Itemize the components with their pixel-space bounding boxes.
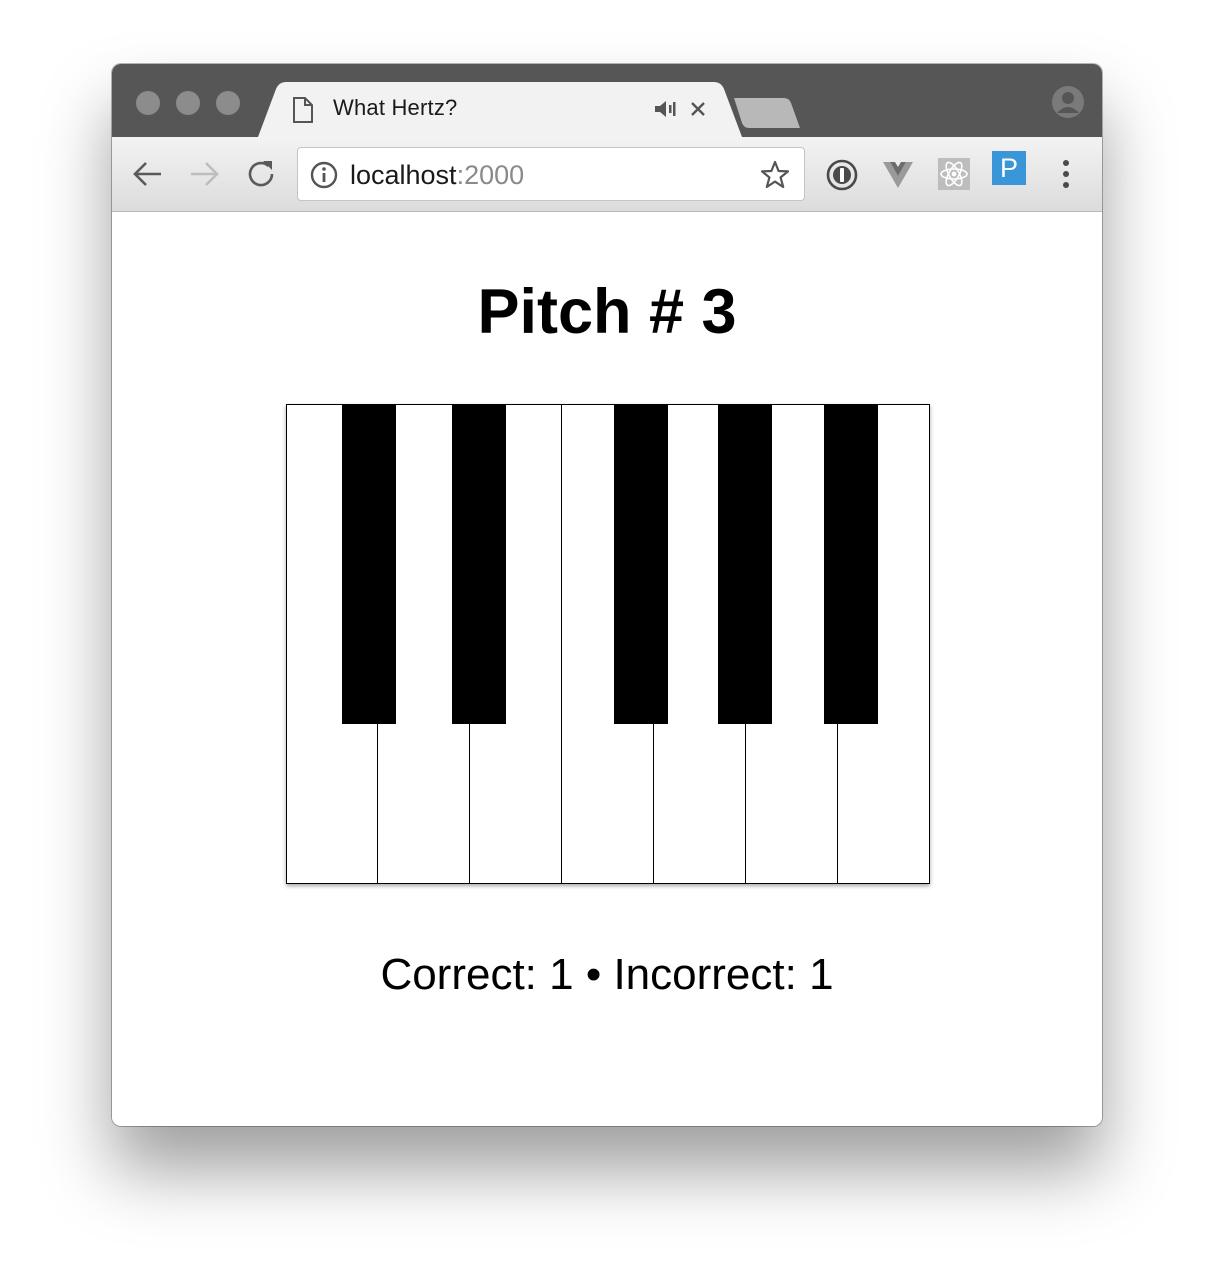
info-icon[interactable]	[310, 161, 338, 194]
back-arrow-icon[interactable]	[132, 159, 164, 194]
tab-bar: What Hertz?	[112, 64, 1102, 137]
score-text: Correct: 1 • Incorrect: 1	[380, 950, 834, 999]
tab-title: What Hertz?	[333, 95, 458, 120]
close-window-button[interactable]	[136, 91, 160, 115]
black-key-3[interactable]	[614, 404, 668, 724]
onepassword-icon[interactable]	[826, 159, 858, 196]
url-port: :2000	[456, 160, 525, 190]
menu-dots-icon[interactable]	[1060, 159, 1072, 194]
black-key-1[interactable]	[342, 404, 396, 724]
url-host: localhost	[350, 160, 457, 190]
black-key-5[interactable]	[824, 404, 878, 724]
pitch-heading: Pitch # 3	[477, 277, 737, 347]
new-tab-button[interactable]	[732, 96, 802, 135]
react-devtools-icon[interactable]	[937, 157, 971, 196]
minimize-window-button[interactable]	[176, 91, 200, 115]
tab-what-hertz[interactable]: What Hertz?	[258, 81, 742, 137]
document-icon	[292, 97, 314, 128]
url-text: localhost:2000	[350, 160, 524, 191]
browser-window: What Hertz? localhost:2000 P Pitch # 3 C…	[112, 64, 1102, 1126]
black-key-2[interactable]	[452, 404, 506, 724]
forward-arrow-icon[interactable]	[188, 159, 220, 194]
address-bar[interactable]: localhost:2000	[297, 147, 805, 201]
black-key-4[interactable]	[718, 404, 772, 724]
zoom-window-button[interactable]	[216, 91, 240, 115]
browser-toolbar: localhost:2000 P	[112, 137, 1102, 212]
close-tab-icon[interactable]	[688, 99, 708, 124]
audio-playing-icon[interactable]	[654, 99, 678, 124]
star-icon[interactable]	[760, 160, 790, 195]
p-extension-icon[interactable]: P	[992, 151, 1026, 185]
reload-icon[interactable]	[245, 158, 277, 195]
profile-icon[interactable]	[1051, 85, 1085, 124]
piano-keyboard	[286, 404, 930, 884]
page-content: Pitch # 3 Correct: 1 • Incorrect: 1	[112, 212, 1102, 1126]
vue-devtools-icon[interactable]	[882, 161, 914, 194]
